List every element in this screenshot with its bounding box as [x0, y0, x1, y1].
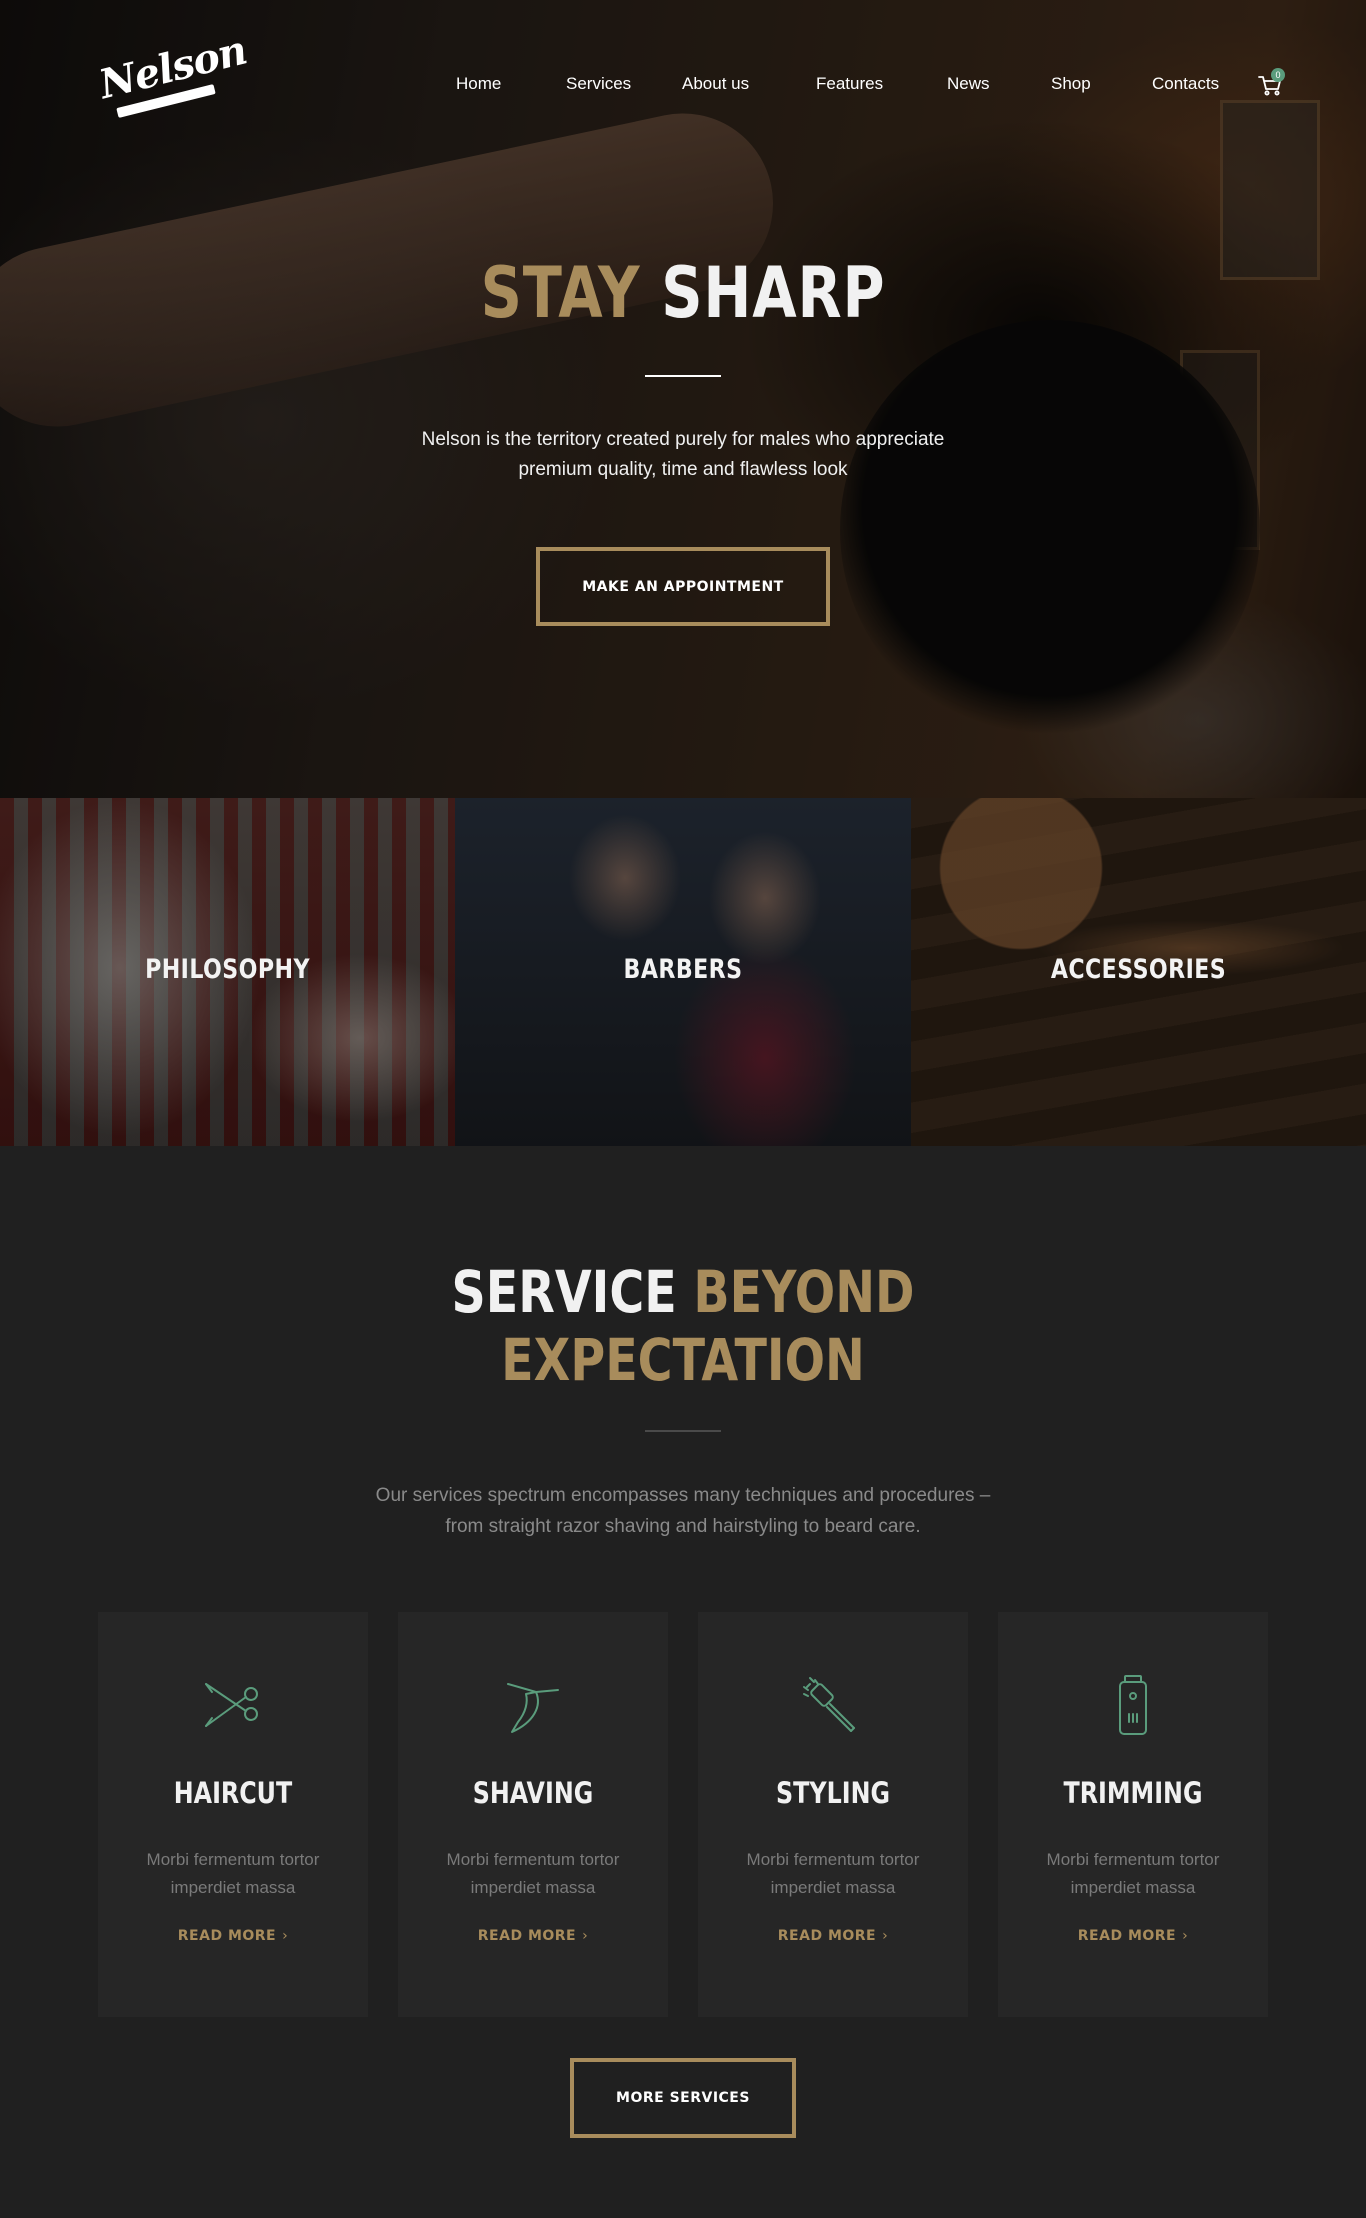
read-more-link[interactable]: READ MORE › [398, 1928, 668, 1944]
read-more-label: READ MORE [177, 1928, 277, 1944]
nav-item-about-us[interactable]: About us [682, 74, 749, 94]
site-header: Nelson Home Services About us Features N… [0, 0, 1366, 170]
services-title-line2: EXPECTATION [501, 1326, 865, 1394]
card-description-line2: imperdiet massa [170, 1878, 296, 1897]
read-more-link[interactable]: READ MORE › [698, 1928, 968, 1944]
hero-description: Nelson is the territory created purely f… [383, 425, 983, 485]
card-description: Morbi fermentum tortor imperdiet massa [118, 1846, 348, 1902]
service-card-styling: STYLING Morbi fermentum tortor imperdiet… [698, 1612, 968, 2017]
card-description-line2: imperdiet massa [770, 1878, 896, 1897]
service-card-trimming: TRIMMING Morbi fermentum tortor imperdie… [998, 1612, 1268, 2017]
main-nav: Home Services About us Features News Sho… [0, 74, 1366, 98]
chevron-right-icon: › [882, 1928, 889, 1944]
comb-icon [798, 1670, 868, 1740]
services-description: Our services spectrum encompasses many t… [333, 1480, 1033, 1542]
tile-label: BARBERS [623, 954, 743, 985]
cart-count-badge: 0 [1271, 68, 1285, 82]
card-description-line1: Morbi fermentum tortor [746, 1850, 920, 1869]
card-description: Morbi fermentum tortor imperdiet massa [1018, 1846, 1248, 1902]
hero-title-part2: SHARP [661, 252, 886, 334]
nav-item-features[interactable]: Features [816, 74, 883, 94]
card-description-line1: Morbi fermentum tortor [1046, 1850, 1220, 1869]
nav-item-shop[interactable]: Shop [1051, 74, 1091, 94]
feature-tiles: PHILOSOPHY BARBERS ACCESSORIES [0, 798, 1366, 1146]
services-title-word1: SERVICE [451, 1258, 677, 1326]
service-card-haircut: HAIRCUT Morbi fermentum tortor imperdiet… [98, 1612, 368, 2017]
hero-divider [645, 375, 721, 377]
card-title: TRIMMING [1063, 1776, 1203, 1810]
scissors-icon [198, 1670, 268, 1740]
tile-philosophy[interactable]: PHILOSOPHY [0, 798, 455, 1146]
hero-description-line1: Nelson is the territory created purely f… [421, 429, 945, 450]
services-title: SERVICE BEYOND EXPECTATION [123, 1258, 1243, 1394]
tile-label: PHILOSOPHY [145, 954, 310, 985]
card-description: Morbi fermentum tortor imperdiet massa [418, 1846, 648, 1902]
services-title-word2: BEYOND [693, 1258, 915, 1326]
card-description-line2: imperdiet massa [1070, 1878, 1196, 1897]
read-more-label: READ MORE [1077, 1928, 1177, 1944]
nav-item-services[interactable]: Services [566, 74, 631, 94]
tile-accessories[interactable]: ACCESSORIES [911, 798, 1366, 1146]
services-description-line2: from straight razor shaving and hairstyl… [445, 1516, 921, 1537]
hero-background-frame [1180, 350, 1260, 550]
service-card-shaving: SHAVING Morbi fermentum tortor imperdiet… [398, 1612, 668, 2017]
services-section: SERVICE BEYOND EXPECTATION Our services … [0, 1146, 1366, 2218]
card-description-line1: Morbi fermentum tortor [446, 1850, 620, 1869]
chevron-right-icon: › [582, 1928, 589, 1944]
more-services-button[interactable]: MORE SERVICES [570, 2058, 796, 2138]
razor-icon [498, 1670, 568, 1740]
tile-label: ACCESSORIES [1050, 954, 1227, 985]
read-more-label: READ MORE [777, 1928, 877, 1944]
chevron-right-icon: › [282, 1928, 289, 1944]
hero-description-line2: premium quality, time and flawless look [518, 459, 848, 480]
card-title: HAIRCUT [173, 1776, 293, 1810]
hero-title: STAY SHARP [123, 252, 1243, 334]
card-description-line2: imperdiet massa [470, 1878, 596, 1897]
hero-background-head [840, 320, 1260, 740]
card-title: SHAVING [472, 1776, 594, 1810]
trimmer-icon [1098, 1670, 1168, 1740]
chevron-right-icon: › [1182, 1928, 1189, 1944]
tile-barbers[interactable]: BARBERS [455, 798, 911, 1146]
hero-title-part1: STAY [480, 252, 641, 334]
nav-item-contacts[interactable]: Contacts [1152, 74, 1219, 94]
services-description-line1: Our services spectrum encompasses many t… [375, 1485, 991, 1506]
nav-item-home[interactable]: Home [456, 74, 501, 94]
services-divider [645, 1430, 721, 1432]
card-description: Morbi fermentum tortor imperdiet massa [718, 1846, 948, 1902]
make-appointment-button[interactable]: MAKE AN APPOINTMENT [536, 547, 830, 626]
read-more-link[interactable]: READ MORE › [998, 1928, 1268, 1944]
card-description-line1: Morbi fermentum tortor [146, 1850, 320, 1869]
card-title: STYLING [775, 1776, 890, 1810]
read-more-label: READ MORE [477, 1928, 577, 1944]
nav-item-news[interactable]: News [947, 74, 990, 94]
read-more-link[interactable]: READ MORE › [98, 1928, 368, 1944]
